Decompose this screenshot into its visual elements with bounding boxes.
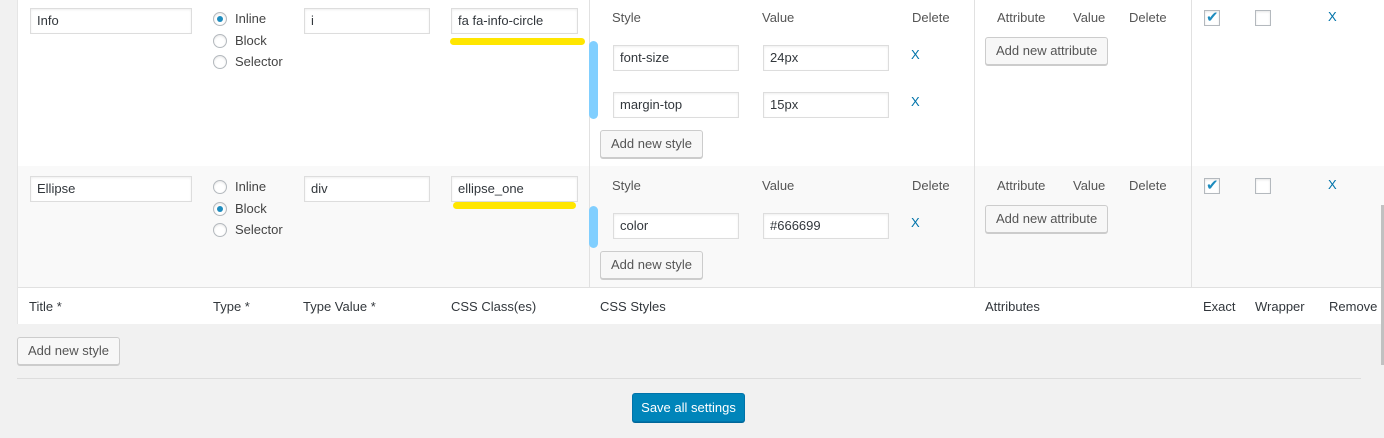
style-header: Style (612, 178, 641, 193)
remove-row-button[interactable]: X (1328, 177, 1337, 192)
delete-style-button[interactable]: X (911, 47, 920, 62)
remove-row-button[interactable]: X (1328, 9, 1337, 24)
save-all-settings-button[interactable]: Save all settings (632, 393, 745, 422)
blue-highlight-mark (589, 41, 598, 119)
wrapper-checkbox[interactable] (1255, 178, 1271, 194)
radio-icon (213, 54, 227, 69)
col-exact: Exact (1203, 299, 1236, 314)
value-header: Value (762, 10, 795, 25)
type-radio-block[interactable]: Block (213, 33, 267, 48)
type-radio-inline[interactable]: Inline (213, 11, 266, 26)
radio-checked-icon (213, 201, 227, 216)
blue-highlight-mark (589, 206, 598, 248)
type-radio-block[interactable]: Block (213, 201, 267, 216)
col-remove: Remove (1329, 299, 1378, 314)
wrapper-checkbox[interactable] (1255, 10, 1271, 26)
col-css-styles: CSS Styles (600, 299, 666, 314)
col-type: Type * (213, 299, 250, 314)
delete-header: Delete (912, 10, 950, 25)
radio-checked-icon (213, 11, 227, 26)
css-class-input[interactable]: fa fa-info-circle (451, 8, 578, 34)
type-radio-selector[interactable]: Selector (213, 54, 283, 69)
divider (17, 378, 1361, 379)
delete-style-button[interactable]: X (911, 94, 920, 109)
style-header: Style (612, 10, 641, 25)
add-style-button[interactable]: Add new style (600, 251, 703, 279)
col-css-classes: CSS Class(es) (451, 299, 537, 314)
add-attribute-button[interactable]: Add new attribute (985, 37, 1109, 65)
col-type-value: Type Value * (303, 299, 376, 314)
styles-table: Info Inline Block Selector i fa fa-info-… (17, 0, 1384, 324)
type-value-input[interactable]: div (304, 176, 430, 202)
radio-icon (213, 33, 227, 48)
add-new-style-button[interactable]: Add new style (17, 337, 120, 365)
type-radio-inline[interactable]: Inline (213, 179, 266, 194)
table-footer: Title * Type * Type Value * CSS Class(es… (18, 287, 1384, 324)
exact-checkbox[interactable] (1204, 8, 1220, 26)
attr-delete-header: Delete (1129, 10, 1167, 25)
style-name-input[interactable]: color (613, 213, 739, 239)
add-attribute-button[interactable]: Add new attribute (985, 205, 1109, 233)
yellow-highlight-mark (450, 38, 585, 45)
col-attributes: Attributes (985, 299, 1040, 314)
col-wrapper: Wrapper (1255, 299, 1305, 314)
col-title: Title * (29, 299, 62, 314)
delete-header: Delete (912, 178, 950, 193)
style-value-input[interactable]: 24px (763, 45, 889, 71)
css-class-input[interactable]: ellipse_one (451, 176, 578, 202)
delete-style-button[interactable]: X (911, 215, 920, 230)
type-radio-selector[interactable]: Selector (213, 222, 283, 237)
attr-value-header: Value (1073, 178, 1106, 193)
radio-icon (213, 222, 227, 237)
style-value-input[interactable]: #666699 (763, 213, 889, 239)
table-row: Info Inline Block Selector i fa fa-info-… (18, 0, 1384, 166)
add-style-button[interactable]: Add new style (600, 130, 703, 158)
exact-checkbox[interactable] (1204, 176, 1220, 194)
type-value-input[interactable]: i (304, 8, 430, 34)
table-row: Ellipse Inline Block Selector div ellips… (18, 166, 1384, 287)
title-input[interactable]: Ellipse (30, 176, 192, 202)
style-name-input[interactable]: margin-top (613, 92, 739, 118)
attribute-header: Attribute (997, 10, 1046, 25)
style-value-input[interactable]: 15px (763, 92, 889, 118)
yellow-highlight-mark (453, 202, 576, 209)
title-input[interactable]: Info (30, 8, 192, 34)
radio-icon (213, 179, 227, 194)
attr-value-header: Value (1073, 10, 1106, 25)
attr-delete-header: Delete (1129, 178, 1167, 193)
style-name-input[interactable]: font-size (613, 45, 739, 71)
attribute-header: Attribute (997, 178, 1046, 193)
value-header: Value (762, 178, 795, 193)
